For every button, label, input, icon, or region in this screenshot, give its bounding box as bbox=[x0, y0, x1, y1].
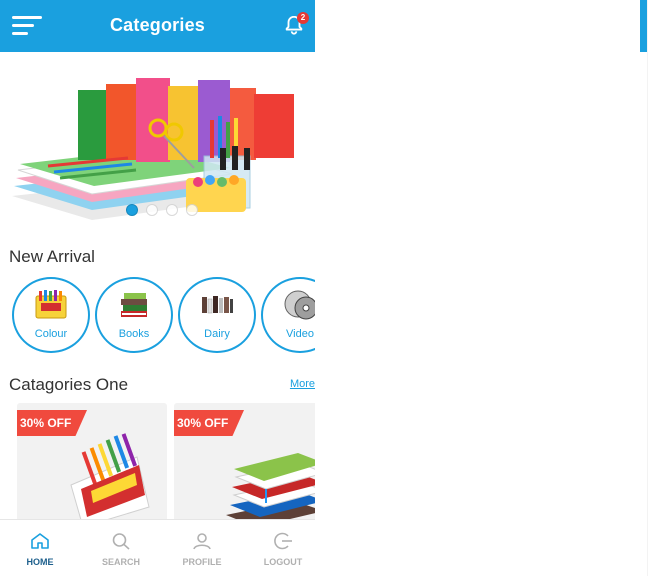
product-card[interactable]: 30% OFF bbox=[174, 403, 315, 533]
new-arrival-list: Colour Books Dairy Video bbox=[12, 277, 315, 353]
bottom-navigation: HOME SEARCH PROFILE LOGOUT bbox=[0, 519, 315, 576]
books-icon bbox=[121, 293, 147, 317]
carousel-dot[interactable] bbox=[125, 204, 138, 216]
search-icon bbox=[112, 533, 130, 550]
carousel-dot[interactable] bbox=[145, 204, 158, 216]
carousel-indicators bbox=[8, 204, 315, 216]
profile-icon bbox=[193, 533, 211, 550]
nav-search[interactable]: SEARCH bbox=[82, 520, 160, 576]
promo-banner-carousel[interactable] bbox=[8, 58, 315, 230]
logout-icon bbox=[274, 532, 292, 550]
page-title: Categories bbox=[109, 15, 206, 35]
nav-label: HOME bbox=[26, 557, 54, 567]
category-label: Dairy bbox=[204, 328, 230, 340]
nav-label: LOGOUT bbox=[263, 557, 303, 567]
nav-logout[interactable]: LOGOUT bbox=[244, 520, 315, 576]
carousel-dot[interactable] bbox=[185, 204, 198, 216]
nav-home[interactable]: HOME bbox=[1, 520, 79, 576]
dairy-books-icon bbox=[202, 296, 233, 314]
more-link[interactable]: More bbox=[290, 378, 315, 390]
app-screen: Categories 2 New Arrival Colour Books Da… bbox=[0, 0, 315, 576]
crayons-icon bbox=[35, 290, 67, 319]
top-app-bar: Categories 2 bbox=[0, 0, 315, 52]
category-label: Colour bbox=[34, 328, 68, 340]
home-icon bbox=[31, 533, 49, 549]
category-colour[interactable]: Colour bbox=[12, 277, 90, 353]
discount-ribbon: 30% OFF bbox=[17, 410, 87, 436]
categories-one-heading: Catagories One bbox=[9, 375, 129, 394]
category-books[interactable]: Books bbox=[95, 277, 173, 353]
category-video[interactable]: Video bbox=[261, 277, 315, 353]
product-card[interactable]: 30% OFF bbox=[17, 403, 167, 533]
disc-icon bbox=[284, 290, 315, 320]
new-arrival-heading: New Arrival bbox=[9, 247, 95, 266]
discount-ribbon: 30% OFF bbox=[174, 410, 244, 436]
category-label: Books bbox=[118, 328, 150, 340]
nav-label: PROFILE bbox=[182, 557, 222, 567]
notification-bell-button[interactable]: 2 bbox=[283, 12, 309, 38]
notification-count-badge: 2 bbox=[297, 12, 309, 24]
nav-profile[interactable]: PROFILE bbox=[163, 520, 241, 576]
category-label: Video bbox=[286, 328, 314, 340]
category-dairy[interactable]: Dairy bbox=[178, 277, 256, 353]
carousel-dot[interactable] bbox=[165, 204, 178, 216]
nav-label: SEARCH bbox=[101, 557, 140, 567]
